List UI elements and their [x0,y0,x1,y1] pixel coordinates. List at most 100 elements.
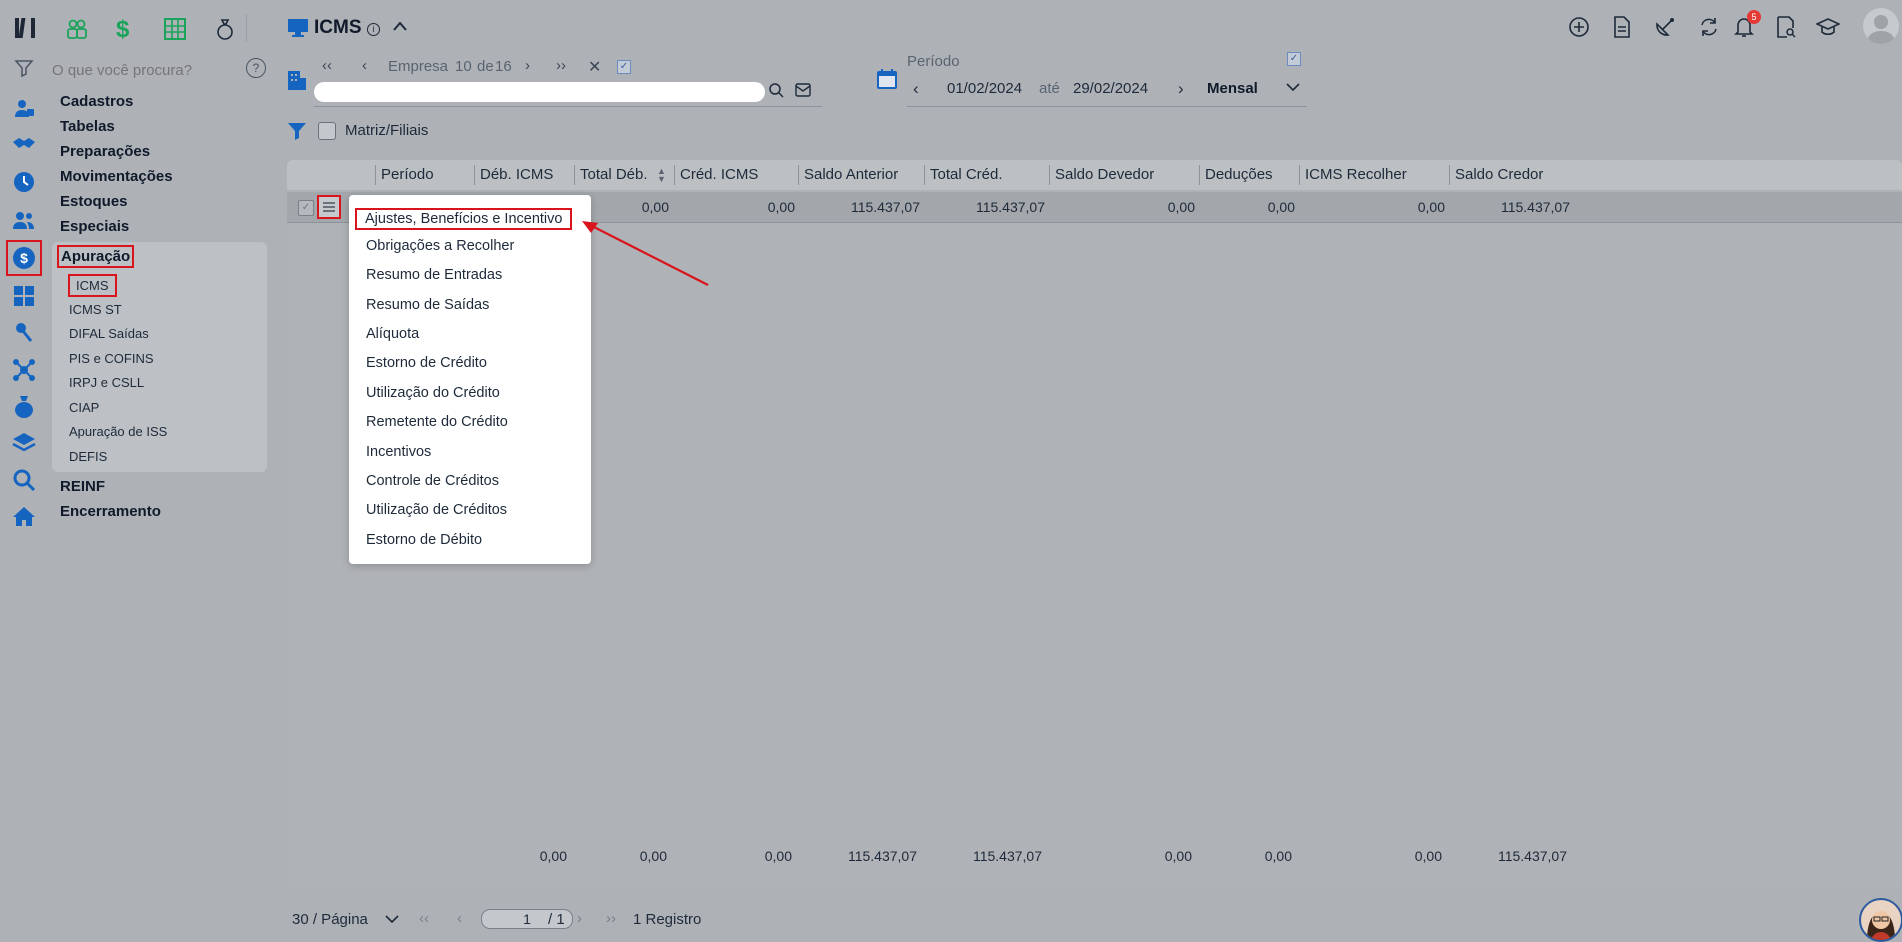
submenu-ciap[interactable]: CIAP [69,400,99,415]
tool-icon[interactable] [10,318,38,346]
dollar-circle-icon[interactable]: $ [6,240,42,276]
report-search-icon[interactable] [1773,14,1799,40]
col-saldo-devedor[interactable]: Saldo Devedor [1055,166,1154,183]
first-company-button[interactable]: ‹‹ [322,57,332,74]
company-search-field[interactable] [314,82,765,102]
frequency-select[interactable]: Mensal [1207,80,1258,97]
info-icon[interactable]: i [367,23,380,36]
clock-icon[interactable] [10,168,38,196]
row-menu-button[interactable] [317,195,341,219]
col-total-deb[interactable]: Total Déb. [580,166,648,183]
col-total-cred[interactable]: Total Créd. [930,166,1003,183]
menu-estorno-credito[interactable]: Estorno de Crédito [366,355,487,371]
menu-utilizacao-creditos[interactable]: Utilização de Créditos [366,502,507,518]
handshake-icon[interactable] [10,130,38,158]
menu-reinf[interactable]: REINF [60,478,105,495]
menu-cadastros[interactable]: Cadastros [60,93,133,110]
matriz-label: Matriz/Filiais [345,122,429,139]
menu-movimentacoes[interactable]: Movimentações [60,168,173,185]
submenu-icms[interactable]: ICMS [68,274,117,297]
menu-obrigacoes-recolher[interactable]: Obrigações a Recolher [366,238,514,254]
layers-icon[interactable] [10,428,38,456]
spreadsheet-shortcut-icon[interactable] [164,18,186,40]
user-tie-icon[interactable] [10,94,38,122]
search-company-icon[interactable] [768,82,784,98]
calculator-icon[interactable] [10,282,38,310]
menu-apuracao[interactable]: Apuração [56,245,135,268]
col-icms-recolher[interactable]: ICMS Recolher [1305,166,1407,183]
menu-preparacoes[interactable]: Preparações [60,143,150,160]
add-circle-icon[interactable] [1566,14,1592,40]
user-avatar[interactable] [1863,8,1899,44]
page-title: ICMS [314,17,362,38]
prev-company-button[interactable]: ‹ [362,57,367,74]
submenu-defis[interactable]: DEFIS [69,449,107,464]
per-page-select[interactable]: 30 / Página [292,911,368,928]
menu-tabelas[interactable]: Tabelas [60,118,115,135]
menu-resumo-saidas[interactable]: Resumo de Saídas [366,297,489,313]
first-page-button[interactable]: ‹‹ [419,910,429,927]
mail-icon[interactable] [795,83,811,97]
menu-especiais[interactable]: Especiais [60,218,129,235]
date-to[interactable]: 29/02/2024 [1073,80,1148,97]
next-period-button[interactable]: › [1178,79,1184,99]
sort-icon[interactable]: ▲ ▼ [657,167,666,184]
col-deb-icms[interactable]: Déb. ICMS [480,166,553,183]
col-saldo-anterior[interactable]: Saldo Anterior [804,166,898,183]
menu-remetente-credito[interactable]: Remetente do Crédito [366,414,508,430]
last-company-button[interactable]: ›› [556,57,566,74]
next-company-button[interactable]: › [525,57,530,74]
help-button[interactable]: ? [246,58,266,78]
satellite-dish-icon[interactable] [1652,14,1678,40]
users-icon[interactable] [10,206,38,234]
menu-incentivos[interactable]: Incentivos [366,444,431,460]
submenu-irpj-csll[interactable]: IRPJ e CSLL [69,375,144,390]
col-cred-icms[interactable]: Créd. ICMS [680,166,758,183]
prev-page-button[interactable]: ‹ [457,910,462,927]
last-page-button[interactable]: ›› [606,910,616,927]
graduation-cap-icon[interactable] [1815,14,1841,40]
chevron-up-icon[interactable] [392,20,408,32]
submenu-apuracao-iss[interactable]: Apuração de ISS [69,424,167,439]
search-input[interactable] [50,58,244,82]
menu-resumo-entradas[interactable]: Resumo de Entradas [366,267,502,283]
submenu-icms-st[interactable]: ICMS ST [69,302,122,317]
periodo-checkbox[interactable]: ✓ [1287,52,1301,66]
chevron-down-icon[interactable] [1286,82,1300,92]
menu-controle-creditos[interactable]: Controle de Créditos [366,473,499,489]
clear-company-icon[interactable]: ✕ [588,57,601,77]
date-from[interactable]: 01/02/2024 [947,80,1022,97]
moneybag-shortcut-icon[interactable] [215,18,235,40]
funnel-icon[interactable] [287,121,307,141]
matriz-checkbox[interactable] [318,122,336,140]
refresh-icon[interactable] [1696,14,1722,40]
column-separator [924,165,925,185]
row-select-checkbox[interactable]: ✓ [298,200,314,216]
col-deducoes[interactable]: Deduções [1205,166,1273,183]
menu-estoques[interactable]: Estoques [60,193,128,210]
next-page-button[interactable]: › [577,910,582,927]
per-page-chevron-icon[interactable] [385,914,399,924]
submenu-pis-cofins[interactable]: PIS e COFINS [69,351,154,366]
company-checkbox[interactable]: ✓ [617,60,631,74]
col-periodo[interactable]: Período [381,166,434,183]
menu-utilizacao-credito[interactable]: Utilização do Crédito [366,385,500,401]
menu-encerramento[interactable]: Encerramento [60,503,161,520]
home-icon[interactable] [10,502,38,530]
menu-estorno-debito[interactable]: Estorno de Débito [366,532,482,548]
col-saldo-credor[interactable]: Saldo Credor [1455,166,1543,183]
menu-aliquota[interactable]: Alíquota [366,326,419,342]
prev-period-button[interactable]: ‹ [913,79,919,99]
dollar-shortcut-icon[interactable]: $ [116,16,129,44]
money-bag-icon[interactable] [10,392,38,420]
filter-icon[interactable] [14,58,34,78]
network-icon[interactable] [10,356,38,384]
magnifier-icon[interactable] [10,466,38,494]
empresa-of: de [477,58,494,75]
submenu-difal-saidas[interactable]: DIFAL Saídas [69,326,149,341]
document-icon[interactable] [1609,14,1635,40]
menu-ajustes-beneficios[interactable]: Ajustes, Benefícios e Incentivo [354,208,573,230]
people-shortcut-icon[interactable] [66,18,88,40]
app-logo[interactable] [12,14,40,42]
assistant-avatar[interactable] [1859,898,1902,942]
